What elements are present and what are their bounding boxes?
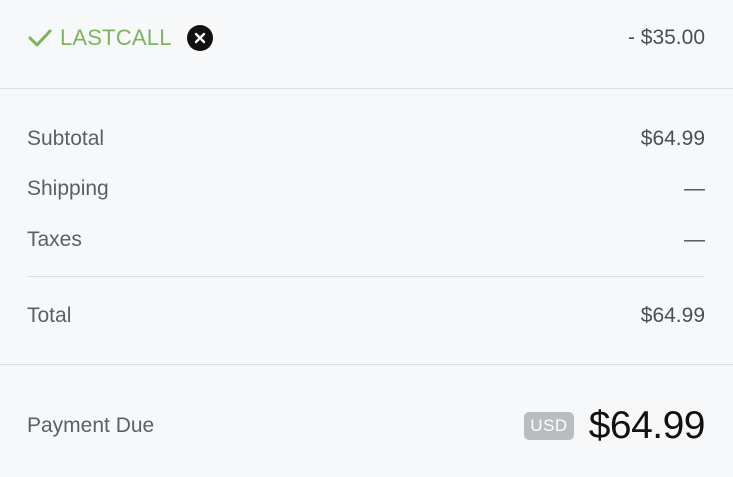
payment-due-row: Payment Due USD $64.99 [27,398,706,454]
shipping-label: Shipping [27,177,109,200]
shipping-row: Shipping — [27,174,705,204]
subtotal-value: $64.99 [640,127,705,150]
applied-coupon: LASTCALL - $35.00 [27,14,705,62]
subtotal-label: Subtotal [27,127,105,150]
total-value: $64.99 [640,304,705,327]
check-icon [27,27,53,49]
divider [0,364,733,365]
payment-due-label: Payment Due [27,414,155,437]
divider [0,88,733,89]
currency-badge: USD [524,412,574,440]
remove-coupon-button[interactable] [186,25,213,51]
total-label: Total [27,304,72,327]
coupon-code: LASTCALL [60,25,172,50]
total-row: Total $64.99 [27,301,705,331]
divider [27,276,705,277]
taxes-row: Taxes — [27,225,705,255]
coupon-discount: - $35.00 [627,26,705,49]
payment-due-amount-group: USD $64.99 [524,404,706,448]
close-icon [194,32,205,44]
coupon-tag: LASTCALL [27,25,213,51]
payment-due-amount: $64.99 [588,404,706,447]
subtotal-row: Subtotal $64.99 [27,124,705,154]
shipping-value: — [684,177,705,200]
taxes-value: — [684,228,705,251]
taxes-label: Taxes [27,228,82,251]
